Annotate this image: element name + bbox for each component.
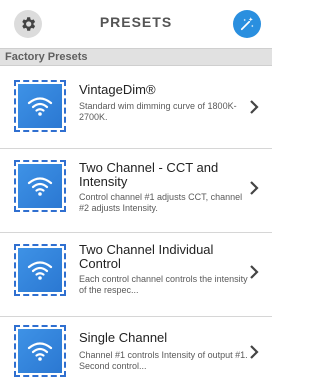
wifi-icon [27,342,53,361]
preset-thumbnail [14,80,66,132]
preset-title: VintageDim® [79,82,156,97]
preset-description: Each control channel controls the intens… [79,274,248,295]
wifi-icon [27,177,53,196]
preset-thumbnail [14,244,66,296]
preset-title: Single Channel [79,330,168,345]
preset-title: Two Channel Individual Control [79,242,214,271]
wifi-icon [27,97,53,116]
preset-thumbnail [14,325,66,377]
chevron-right-icon [250,181,259,195]
preset-title: Two Channel - CCT and Intensity [79,160,219,189]
preset-item[interactable]: Two Channel Individual Control Each cont… [0,234,272,314]
auto-preset-button[interactable] [233,10,261,38]
preset-description: Control channel #1 adjusts CCT, channel … [79,192,243,213]
divider [0,232,272,233]
preset-item[interactable]: Two Channel - CCT and Intensity Control … [0,150,272,230]
preset-thumbnail [14,160,66,212]
wifi-icon [27,261,53,280]
chevron-right-icon [250,265,259,279]
preset-description: Channel #1 controls Intensity of output … [79,350,248,371]
page-title: PRESETS [99,14,173,30]
preset-description: Standard wim dimming curve of 1800K-2700… [79,101,237,122]
divider [0,316,272,317]
preset-item[interactable]: Single Channel Channel #1 controls Inten… [0,318,272,382]
chevron-right-icon [250,100,259,114]
preset-item[interactable]: VintageDim® Standard wim dimming curve o… [0,70,272,144]
section-header: Factory Presets [0,48,272,66]
divider [0,148,272,149]
chevron-right-icon [250,345,259,359]
top-bar: PRESETS [0,0,272,46]
magic-wand-icon [240,17,254,31]
